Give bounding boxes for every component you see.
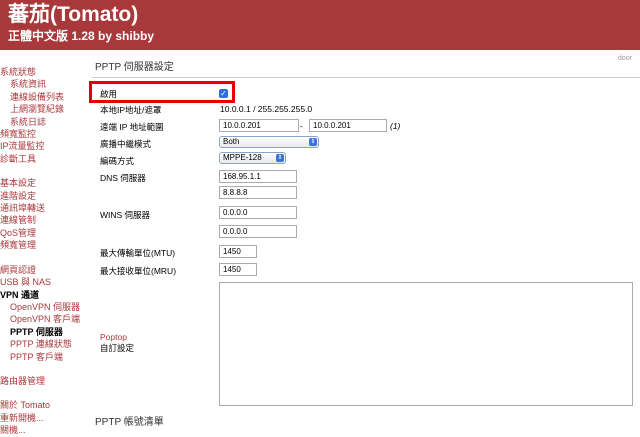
sidebar-item[interactable]: 網頁認證 bbox=[0, 264, 88, 276]
sidebar-item[interactable]: VPN 通道 bbox=[0, 289, 88, 301]
sidebar-item[interactable]: 路由器管理 bbox=[0, 375, 88, 387]
encryption-select[interactable]: MPPE-128 ⇕ bbox=[219, 152, 286, 164]
wins-label: WINS 伺服器 bbox=[100, 210, 151, 220]
app-title: 蕃茄(Tomato) bbox=[8, 3, 139, 26]
sidebar-item[interactable]: 通訊埠轉送 bbox=[0, 202, 88, 214]
custom-config-textarea[interactable] bbox=[219, 282, 633, 406]
remote-start-input[interactable]: 10.0.0.201 bbox=[219, 119, 299, 132]
mtu-input[interactable]: 1450 bbox=[219, 245, 257, 258]
mtu-label: 最大傳輸單位(MTU) bbox=[100, 248, 176, 258]
broadcast-select-value: Both bbox=[223, 137, 240, 146]
remote-range-separator: - bbox=[300, 121, 303, 131]
remote-end-input[interactable]: 10.0.0.201 bbox=[309, 119, 387, 132]
sidebar-item[interactable]: USB 與 NAS bbox=[0, 276, 88, 288]
custom-config-label: Poptop 自訂設定 bbox=[100, 332, 134, 354]
custom-config-label-line2: 自訂設定 bbox=[100, 343, 135, 353]
local-ip-label: 本地IP地址/遮罩 bbox=[100, 105, 162, 115]
sidebar-item[interactable]: PPTP 客戶端 bbox=[0, 351, 88, 363]
enable-label: 啟用 bbox=[100, 89, 118, 99]
sidebar-item[interactable]: 頻寬管理 bbox=[0, 239, 88, 251]
enable-checkbox[interactable]: ✓ bbox=[219, 89, 228, 98]
sidebar-item[interactable]: QoS管理 bbox=[0, 227, 88, 239]
sidebar-item[interactable]: 系統日誌 bbox=[0, 116, 88, 128]
sidebar-item[interactable]: OpenVPN 客戶端 bbox=[0, 313, 88, 325]
sidebar-item[interactable]: 系統狀態 bbox=[0, 66, 88, 78]
section-title: PPTP 伺服器設定 bbox=[95, 62, 174, 73]
local-ip-value: 10.0.0.1 / 255.255.255.0 bbox=[220, 104, 313, 114]
sidebar-item[interactable]: 系統資訊 bbox=[0, 78, 88, 90]
chevron-updown-icon: ⇕ bbox=[276, 154, 284, 162]
sidebar-item[interactable]: 連線設備列表 bbox=[0, 91, 88, 103]
wins2-input[interactable]: 0.0.0.0 bbox=[219, 225, 297, 238]
sidebar-item[interactable]: IP流量監控 bbox=[0, 140, 88, 152]
mru-input[interactable]: 1450 bbox=[219, 263, 257, 276]
sidebar-item[interactable]: 基本設定 bbox=[0, 177, 88, 189]
sidebar-nav: 系統狀態 系統資訊 連線設備列表 上網瀏覽紀錄 系統日誌 頻寬監控 IP流量監控 診斷工具基本… bbox=[0, 66, 88, 437]
remote-range-note: (1) bbox=[390, 121, 401, 131]
sidebar-item[interactable]: 上網瀏覽紀錄 bbox=[0, 103, 88, 115]
app-header: 蕃茄(Tomato) 正體中文版 1.28 by shibby bbox=[0, 0, 640, 50]
dns-label: DNS 伺服器 bbox=[100, 173, 146, 183]
chevron-updown-icon: ⇕ bbox=[309, 138, 317, 146]
mru-label: 最大接收單位(MRU) bbox=[100, 266, 177, 276]
remote-range-label: 遠端 IP 地址範圍 bbox=[100, 122, 164, 132]
dns1-input[interactable]: 168.95.1.1 bbox=[219, 170, 297, 183]
sidebar-item[interactable]: 診斷工具 bbox=[0, 153, 88, 165]
sidebar-item[interactable]: 頻寬監控 bbox=[0, 128, 88, 140]
section-divider bbox=[92, 77, 640, 78]
sidebar-item[interactable]: OpenVPN 伺服器 bbox=[0, 301, 88, 313]
dns2-input[interactable]: 8.8.8.8 bbox=[219, 186, 297, 199]
sidebar-item[interactable]: PPTP 伺服器 bbox=[0, 326, 88, 338]
sidebar-item[interactable]: 關於 Tomato bbox=[0, 399, 88, 411]
sidebar-item[interactable]: 關機... bbox=[0, 424, 88, 436]
sidebar-item[interactable]: 連線管制 bbox=[0, 214, 88, 226]
app-subtitle: 正體中文版 1.28 by shibby bbox=[8, 29, 155, 43]
sidebar-item[interactable]: PPTP 連線狀態 bbox=[0, 338, 88, 350]
wins1-input[interactable]: 0.0.0.0 bbox=[219, 206, 297, 219]
custom-config-label-line1: Poptop bbox=[100, 332, 127, 342]
broadcast-select[interactable]: Both ⇕ bbox=[219, 136, 319, 148]
main-content: PPTP 伺服器設定 bbox=[92, 58, 640, 78]
encryption-select-value: MPPE-128 bbox=[223, 153, 262, 162]
sidebar-item[interactable]: 進階設定 bbox=[0, 190, 88, 202]
broadcast-label: 廣播中繼模式 bbox=[100, 139, 152, 149]
encryption-label: 編碼方式 bbox=[100, 156, 135, 166]
accounts-section-title: PPTP 帳號清單 bbox=[95, 417, 164, 428]
sidebar-item[interactable]: 重新開機... bbox=[0, 412, 88, 424]
